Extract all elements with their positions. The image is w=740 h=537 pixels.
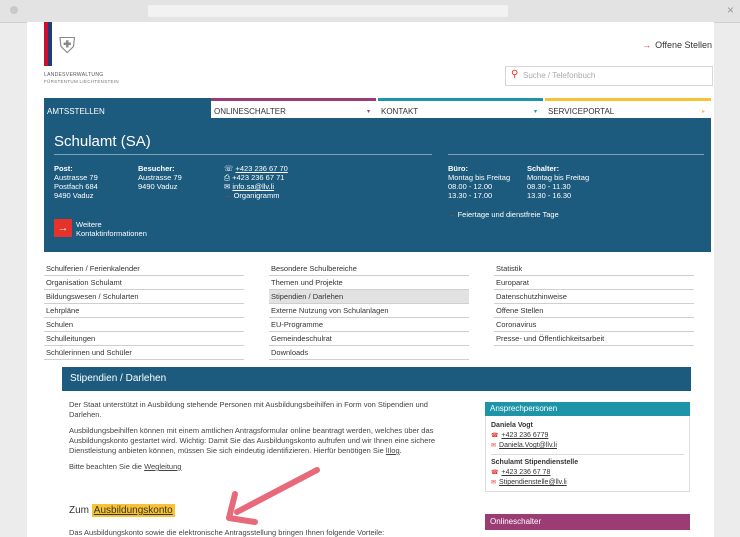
tab-onlineschalter[interactable]: ONLINESCHALTER ▾ [211, 98, 376, 118]
browser-toolbar: × [0, 0, 740, 23]
tab-serviceportal[interactable]: SERVICEPORTAL ▸ [545, 98, 711, 118]
visitor-address: Besucher: Austrasse 79 9490 Vaduz [138, 164, 182, 191]
login-link[interactable]: lIlog [386, 446, 400, 455]
window-dot-icon[interactable] [10, 6, 18, 14]
more-contact-button[interactable]: → [54, 219, 72, 237]
more-contact-label[interactable]: Weitere Kontaktinformationen [76, 220, 147, 238]
divider [54, 154, 432, 155]
web-page: ⛨ LANDESVERWALTUNG FÜRSTENTUM LIECHTENST… [27, 22, 714, 537]
list-item[interactable]: Offene Stellen [494, 304, 694, 318]
contacts-title: Ansprechpersonen [485, 402, 690, 416]
email-link[interactable]: Stipendienstelle@llv.li [499, 479, 567, 486]
org-subname: FÜRSTENTUM LIECHTENSTEIN [44, 79, 119, 84]
search-input[interactable]: ⚲ Suche / Telefonbuch [505, 66, 713, 86]
list-item[interactable]: Lehrpläne [44, 304, 244, 318]
list-item[interactable]: Bildungswesen / Schularten [44, 290, 244, 304]
list-item[interactable]: Themen und Projekte [269, 276, 469, 290]
arrow-right-icon: → [57, 222, 69, 234]
search-placeholder: Suche / Telefonbuch [523, 71, 596, 80]
counter-hours: Schalter: Montag bis Freitag 08.30 - 11.… [527, 164, 590, 200]
wegleitung-link[interactable]: Wegleitung [144, 462, 181, 471]
top-link-offene-stellen[interactable]: → Offene Stellen [642, 40, 712, 50]
phone-icon: ☎ [491, 433, 499, 439]
links-column-1: Schulferien / Ferienkalender Organisatio… [44, 262, 244, 360]
flag-stripe [48, 22, 52, 66]
arrow-right-icon: → [642, 40, 652, 50]
search-icon[interactable]: ⚲ [511, 69, 518, 80]
tab-kontakt[interactable]: KONTAKT ▾ [378, 98, 543, 118]
email-icon: ✉ [491, 443, 497, 449]
section-title: Stipendien / Darlehen [62, 367, 691, 391]
office-hours: Büro: Montag bis Freitag 08.00 - 12.00 1… [448, 164, 511, 200]
links-column-2: Besondere Schulbereiche Themen und Proje… [269, 262, 469, 360]
paragraph: Das Ausbildungskonto sowie die elektroni… [69, 528, 385, 537]
email-link[interactable]: Daniela.Vogt@llv.li [499, 442, 557, 449]
close-icon[interactable]: × [727, 3, 734, 17]
paragraph: Der Staat unterstützt in Ausbildung steh… [69, 400, 428, 419]
account-link-row: Zum Ausbildungskonto [69, 504, 175, 517]
links-column-3: Statistik Europarat Datenschutzhinweise … [494, 262, 694, 346]
contact-name: Schulamt Stipendienstelle [491, 459, 579, 466]
contacts-panel: Ansprechpersonen Daniela Vogt ☎ +423 236 … [485, 402, 690, 492]
phone-link[interactable]: +423 236 6779 [501, 432, 548, 439]
fax-number: +423 236 67 71 [232, 173, 285, 182]
list-item[interactable]: Organisation Schulamt [44, 276, 244, 290]
holidays-link[interactable]: → Feiertage und dienstfreie Tage [448, 210, 559, 219]
onlineschalter-panel-title: Onlineschalter [485, 514, 690, 530]
paragraph: Ausbildungsbeihilfen können mit einem am… [69, 426, 436, 455]
list-item-selected[interactable]: Stipendien / Darlehen [269, 290, 469, 304]
phone-icon: ☎ [491, 470, 499, 476]
fax-icon: ⎙ [224, 173, 230, 182]
list-item[interactable]: Statistik [494, 262, 694, 276]
contact-name: Daniela Vogt [491, 422, 533, 429]
phone-link[interactable]: +423 236 67 70 [235, 164, 287, 173]
email-icon: ✉ [224, 182, 231, 191]
post-address: Post: Austrasse 79 Postfach 684 9490 Vad… [54, 164, 98, 200]
office-header: Schulamt (SA) Post: Austrasse 79 Postfac… [44, 118, 711, 252]
phone-link[interactable]: +423 236 67 78 [501, 469, 550, 476]
list-item[interactable]: Coronavirus [494, 318, 694, 332]
list-item[interactable]: Presse- und Öffentlichkeitsarbeit [494, 332, 694, 346]
list-item[interactable]: Besondere Schulbereiche [269, 262, 469, 276]
divider [491, 454, 684, 455]
list-item[interactable]: Externe Nutzung von Schulanlagen [269, 304, 469, 318]
list-item[interactable]: Schulferien / Ferienkalender [44, 262, 244, 276]
organigram-link[interactable]: Organigramm [234, 191, 280, 200]
coat-of-arms-icon[interactable]: ⛨ [59, 32, 81, 60]
address-bar[interactable] [148, 5, 508, 17]
list-item[interactable]: Schülerinnen und Schüler [44, 346, 244, 360]
annotation-arrow-icon [226, 467, 320, 525]
phone-icon: ☏ [224, 164, 234, 173]
email-link[interactable]: info.sa@llv.li [232, 182, 274, 191]
arrow-right-icon: → [224, 191, 232, 200]
divider [448, 154, 704, 155]
contact-details: ☏ +423 236 67 70 ⎙ +423 236 67 71 ✉ info… [224, 164, 288, 200]
tab-amtsstellen[interactable]: AMTSSTELLEN [44, 98, 211, 118]
arrow-right-icon: → [448, 210, 456, 219]
main-navigation: AMTSSTELLEN ONLINESCHALTER ▾ KONTAKT ▾ S… [44, 98, 711, 118]
list-item[interactable]: Gemeindeschulrat [269, 332, 469, 346]
list-item[interactable]: EU-Programme [269, 318, 469, 332]
list-item[interactable]: Datenschutzhinweise [494, 290, 694, 304]
ausbildungskonto-link[interactable]: Ausbildungskonto [91, 504, 175, 517]
list-item[interactable]: Downloads [269, 346, 469, 360]
email-icon: ✉ [491, 480, 497, 486]
list-item[interactable]: Europarat [494, 276, 694, 290]
org-name: LANDESVERWALTUNG [44, 72, 104, 78]
contacts-body: Daniela Vogt ☎ +423 236 6779 ✉ Daniela.Vog… [485, 416, 690, 492]
page-title: Schulamt (SA) [54, 133, 151, 150]
list-item[interactable]: Schulleitungen [44, 332, 244, 346]
list-item[interactable]: Schulen [44, 318, 244, 332]
